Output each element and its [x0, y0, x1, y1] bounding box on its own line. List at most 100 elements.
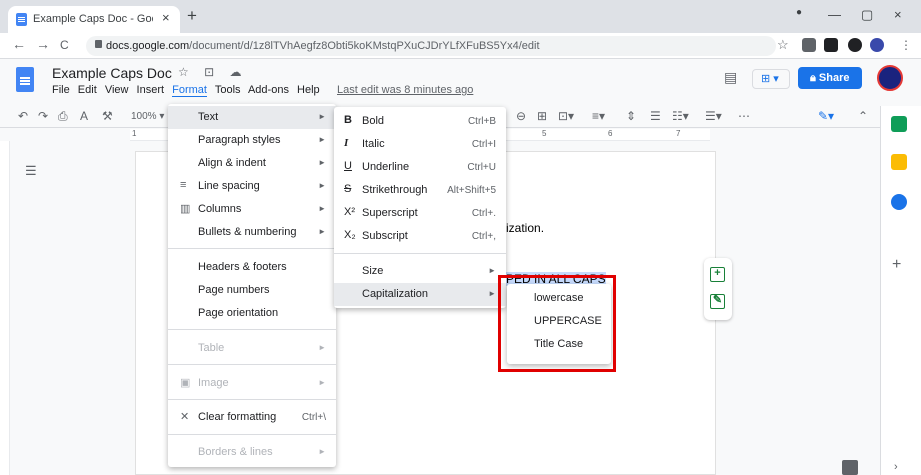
- checklist-icon[interactable]: ☰: [650, 109, 661, 123]
- text-menu-item-italic[interactable]: I Italic Ctrl+I: [334, 133, 506, 156]
- address-bar: ← → C docs.google.com/document/d/1z8lTVh…: [0, 33, 921, 59]
- text-menu-item-strikethrough[interactable]: S Strikethrough Alt+Shift+5: [334, 179, 506, 202]
- comment-add-icon[interactable]: ⊞: [537, 109, 547, 123]
- align-icon[interactable]: ≡▾: [592, 109, 605, 123]
- editing-mode-icon[interactable]: ✎▾: [818, 109, 834, 123]
- redo-icon[interactable]: ↷: [38, 109, 48, 123]
- format-menu-item-bullets-numbering[interactable]: Bullets & numbering ►: [168, 221, 336, 244]
- tasks-icon[interactable]: [891, 194, 907, 210]
- puzzle-icon[interactable]: [848, 38, 862, 52]
- profile-avatar-icon[interactable]: [870, 38, 884, 52]
- subscript-icon: X₂: [344, 229, 356, 241]
- menu-separator: [168, 329, 336, 330]
- strikethrough-icon: S: [344, 183, 352, 195]
- extension-icon[interactable]: [802, 38, 816, 52]
- browser-tab[interactable]: Example Caps Doc - Google Doc ×: [8, 6, 180, 33]
- text-menu-item-superscript[interactable]: X² Superscript Ctrl+.: [334, 202, 506, 225]
- format-menu-item-page-numbers[interactable]: Page numbers: [168, 279, 336, 302]
- format-menu: Text ► Paragraph styles ► Align & indent ► …: [168, 104, 336, 467]
- back-icon[interactable]: ←: [12, 36, 26, 52]
- undo-icon[interactable]: ↶: [18, 109, 28, 123]
- line-spacing-icon: ≡: [180, 179, 187, 191]
- bookmark-star-icon[interactable]: ☆: [777, 37, 789, 53]
- reload-icon[interactable]: C: [60, 38, 69, 52]
- format-menu-item-align-indent[interactable]: Align & indent ►: [168, 152, 336, 175]
- explore-icon[interactable]: [842, 460, 858, 475]
- expand-panel-icon[interactable]: ›: [894, 461, 898, 473]
- italic-icon: I: [344, 137, 349, 149]
- menu-separator: [168, 434, 336, 435]
- image-insert-icon[interactable]: ⊡▾: [558, 109, 574, 123]
- menu-addons[interactable]: Add-ons: [248, 84, 289, 96]
- forward-icon[interactable]: →: [36, 36, 50, 52]
- lock-icon: [95, 40, 102, 48]
- menu-bar: File Edit View Insert Format Tools Add-o…: [52, 84, 325, 97]
- title-icons[interactable]: ☆ ⊡ ☁: [178, 65, 247, 79]
- tab-close-icon[interactable]: ×: [162, 10, 170, 25]
- present-icon: ⊞ ▾: [761, 73, 779, 85]
- numbered-list-icon[interactable]: ☰▾: [705, 109, 722, 123]
- profile-dot-icon[interactable]: ●: [796, 7, 802, 18]
- document-text[interactable]: ization.: [506, 221, 544, 235]
- url-field[interactable]: docs.google.com/document/d/1z8lTVhAegfz8…: [86, 36, 776, 56]
- last-edit-link[interactable]: Last edit was 8 minutes ago: [337, 84, 473, 96]
- menu-edit[interactable]: Edit: [78, 84, 97, 96]
- add-addon-icon[interactable]: +: [892, 256, 901, 274]
- restore-icon[interactable]: ▢: [861, 7, 873, 23]
- format-menu-item-image: ▣ Image ►: [180, 377, 326, 389]
- text-menu-item-subscript[interactable]: X₂ Subscript Ctrl+,: [334, 225, 506, 248]
- format-menu-item-columns[interactable]: ▥ Columns ►: [168, 198, 336, 221]
- share-button[interactable]: 🔒︎ Share: [798, 67, 862, 89]
- menu-insert[interactable]: Insert: [137, 84, 165, 96]
- format-menu-item-text[interactable]: Text ►: [168, 106, 336, 129]
- menu-view[interactable]: View: [105, 84, 129, 96]
- format-menu-item-page-orientation[interactable]: Page orientation: [168, 302, 336, 325]
- document-title[interactable]: Example Caps Doc: [52, 65, 172, 81]
- text-submenu: B Bold Ctrl+B I Italic Ctrl+I U Underline Ctrl…: [334, 107, 506, 308]
- image-icon: ▣: [180, 377, 191, 389]
- comments-icon[interactable]: ▤: [724, 69, 737, 86]
- new-tab-icon[interactable]: +: [187, 6, 197, 26]
- spellcheck-icon[interactable]: A: [80, 109, 88, 123]
- text-menu-item-capitalization[interactable]: Capitalization ►: [334, 283, 506, 306]
- text-menu-item-underline[interactable]: U Underline Ctrl+U: [334, 156, 506, 179]
- browser-menu-icon[interactable]: ⋮: [900, 38, 912, 52]
- collapse-icon[interactable]: ⌃: [858, 109, 868, 123]
- account-avatar[interactable]: [877, 65, 903, 91]
- menu-format[interactable]: Format: [172, 84, 207, 97]
- suggest-edit-icon[interactable]: ✎: [710, 294, 725, 309]
- zoom-select[interactable]: 100% ▾: [131, 111, 164, 122]
- menu-separator: [168, 399, 336, 400]
- minimize-icon[interactable]: —: [828, 7, 841, 22]
- present-button[interactable]: ⊞ ▾: [752, 69, 790, 89]
- menu-separator: [334, 253, 506, 254]
- underline-icon: U: [344, 160, 352, 172]
- docs-logo-icon[interactable]: [16, 67, 34, 92]
- sheets-icon[interactable]: [891, 116, 907, 132]
- menu-separator: [168, 364, 336, 365]
- bold-icon: B: [344, 114, 352, 126]
- keep-icon[interactable]: [891, 154, 907, 170]
- paint-format-icon[interactable]: ⚒: [102, 109, 113, 123]
- format-menu-item-table: Table ►: [198, 342, 326, 354]
- link-icon[interactable]: ⊖: [516, 109, 526, 123]
- print-icon[interactable]: ⎙: [58, 109, 68, 124]
- docs-header: Example Caps Doc ☆ ⊡ ☁ File Edit View In…: [0, 59, 921, 106]
- document-outline-icon[interactable]: ☰: [25, 163, 37, 179]
- menu-tools[interactable]: Tools: [215, 84, 241, 96]
- format-menu-item-line-spacing[interactable]: ≡ Line spacing ►: [168, 175, 336, 198]
- line-spacing-icon[interactable]: ⇕: [626, 109, 636, 123]
- more-icon[interactable]: ⋯: [738, 109, 750, 123]
- text-menu-item-bold[interactable]: B Bold Ctrl+B: [334, 110, 506, 133]
- window-close-icon[interactable]: ×: [894, 7, 902, 22]
- format-menu-item-paragraph-styles[interactable]: Paragraph styles ►: [168, 129, 336, 152]
- browser-tab-bar: Example Caps Doc - Google Doc × + ● — ▢ …: [0, 0, 921, 33]
- menu-file[interactable]: File: [52, 84, 70, 96]
- bulleted-list-icon[interactable]: ☷▾: [672, 109, 689, 123]
- menu-help[interactable]: Help: [297, 84, 320, 96]
- add-comment-icon[interactable]: +: [710, 267, 725, 282]
- extension-icon[interactable]: [824, 38, 838, 52]
- format-menu-item-headers-footers[interactable]: Headers & footers: [168, 256, 336, 279]
- text-menu-item-size[interactable]: Size ►: [334, 260, 506, 283]
- format-menu-item-clear-formatting[interactable]: ✕ Clear formatting Ctrl+\: [168, 406, 336, 429]
